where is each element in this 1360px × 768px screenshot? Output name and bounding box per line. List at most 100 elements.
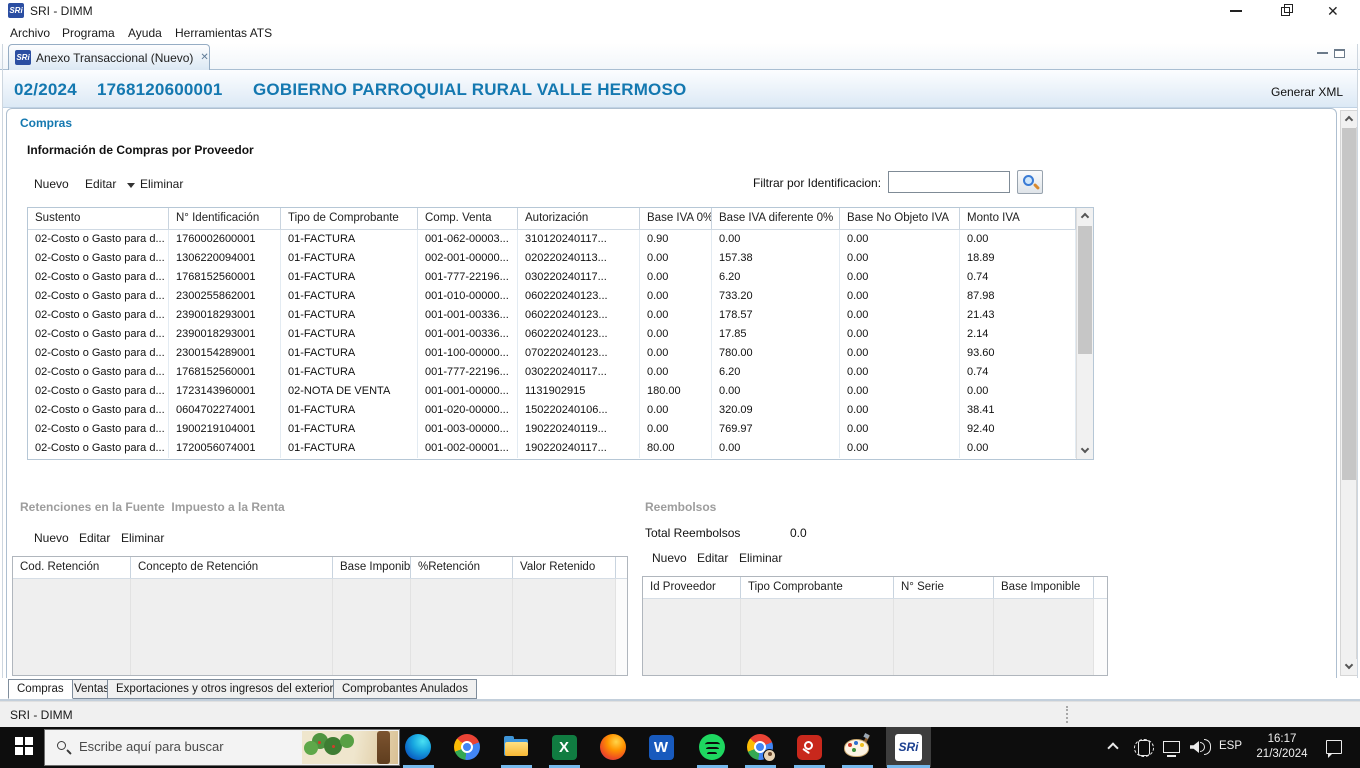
clock[interactable]: 16:17 21/3/2024 — [1247, 732, 1317, 762]
taskbar-chrome-profile[interactable] — [738, 728, 782, 766]
tab-close-icon[interactable]: ✕ — [200, 52, 208, 63]
start-button[interactable] — [8, 735, 42, 761]
taskbar-spotify[interactable] — [690, 728, 734, 766]
cell: 1768152560001 — [169, 363, 281, 382]
reembolsos-editar-button[interactable]: Editar — [697, 551, 728, 565]
taskbar-acrobat[interactable] — [787, 728, 831, 766]
col-valor-retenido[interactable]: Valor Retenido — [513, 557, 616, 578]
close-icon[interactable]: ✕ — [1327, 2, 1339, 20]
compras-editar-button[interactable]: Editar — [85, 177, 116, 191]
taskbar-firefox[interactable] — [591, 728, 635, 766]
table-row[interactable]: 02-Costo o Gasto para d... 2300255862001 0… — [28, 287, 1076, 306]
col-base-imponible[interactable]: Base Imponible — [333, 557, 411, 578]
col-monto-iva[interactable]: Monto IVA — [960, 208, 1076, 229]
table-row[interactable]: 02-Costo o Gasto para d... 1900219104001 0… — [28, 420, 1076, 439]
minimize-icon[interactable] — [1230, 10, 1242, 12]
cell: 769.97 — [712, 420, 840, 439]
tab-anexo-transaccional[interactable]: SRi Anexo Transaccional (Nuevo) ✕ — [8, 44, 210, 70]
action-center-icon[interactable] — [1326, 740, 1342, 758]
col-base-iva-0[interactable]: Base IVA 0% — [640, 208, 712, 229]
taskbar-paint[interactable] — [835, 728, 879, 766]
table-row[interactable]: 02-Costo o Gasto para d... 2300154289001 0… — [28, 344, 1076, 363]
col-base-iva-diferente[interactable]: Base IVA diferente 0% — [712, 208, 840, 229]
cell: 001-777-22196... — [418, 363, 518, 382]
tab-exportaciones[interactable]: Exportaciones y otros ingresos del exter… — [107, 679, 343, 699]
col-base-no-objeto[interactable]: Base No Objeto IVA — [840, 208, 960, 229]
tab-compras[interactable]: Compras — [8, 679, 73, 699]
menu-archivo[interactable]: Archivo — [6, 25, 54, 41]
page-scroll-thumb[interactable] — [1342, 128, 1356, 480]
page-scroll-up-icon[interactable] — [1341, 111, 1357, 127]
table-row[interactable]: 02-Costo o Gasto para d... 1760002600001 0… — [28, 230, 1076, 249]
view-minimize-icon[interactable] — [1317, 51, 1328, 54]
page-scroll-down-icon[interactable] — [1341, 659, 1357, 675]
col-base-imponible-reembolso[interactable]: Base Imponible — [994, 577, 1094, 598]
spotify-icon — [699, 734, 725, 760]
taskbar-file-explorer[interactable] — [494, 728, 538, 766]
reembolsos-eliminar-button[interactable]: Eliminar — [739, 551, 782, 565]
table-row[interactable]: 02-Costo o Gasto para d... 1723143960001 0… — [28, 382, 1076, 401]
cell: 0.00 — [840, 382, 960, 401]
retenciones-editar-button[interactable]: Editar — [79, 531, 110, 545]
compras-eliminar-button[interactable]: Eliminar — [140, 177, 183, 191]
retenciones-eliminar-button[interactable]: Eliminar — [121, 531, 164, 545]
filter-input[interactable] — [888, 171, 1010, 193]
period-label: 02/2024 — [14, 80, 77, 99]
col-id-proveedor[interactable]: Id Proveedor — [643, 577, 741, 598]
taskbar-edge[interactable] — [396, 728, 440, 766]
table-row[interactable]: 02-Costo o Gasto para d... 2390018293001 0… — [28, 325, 1076, 344]
menu-herramientas-ats[interactable]: Herramientas ATS — [171, 25, 276, 41]
running-indicator-excel — [549, 765, 580, 768]
table-row[interactable]: 02-Costo o Gasto para d... 1768152560001 0… — [28, 268, 1076, 287]
running-indicator-chrome-profile — [745, 765, 776, 768]
col-tipo-comprobante-reembolso[interactable]: Tipo Comprobante — [741, 577, 894, 598]
taskbar-word[interactable]: W — [639, 728, 683, 766]
table-row[interactable]: 02-Costo o Gasto para d... 1720056074001 0… — [28, 439, 1076, 458]
cell: 0.00 — [840, 268, 960, 287]
editar-dropdown-icon[interactable] — [127, 183, 135, 188]
network-ethernet-icon[interactable] — [1163, 741, 1180, 757]
cell: 0.00 — [640, 287, 712, 306]
table-row[interactable]: 02-Costo o Gasto para d... 2390018293001 0… — [28, 306, 1076, 325]
restore-icon[interactable] — [1281, 4, 1293, 16]
cell: 0.00 — [712, 439, 840, 458]
taskbar-chrome[interactable] — [445, 728, 489, 766]
generar-xml-button[interactable]: Generar XML — [1271, 85, 1343, 99]
cell: 0.00 — [840, 401, 960, 420]
compras-nuevo-button[interactable]: Nuevo — [34, 177, 69, 191]
filter-search-button[interactable] — [1017, 170, 1043, 194]
language-indicator[interactable]: ESP — [1219, 740, 1242, 752]
compras-table-scrollbar[interactable] — [1076, 208, 1093, 459]
cell: 01-FACTURA — [281, 439, 418, 458]
retenciones-nuevo-button[interactable]: Nuevo — [34, 531, 69, 545]
cell: 0.00 — [712, 382, 840, 401]
table-row[interactable]: 02-Costo o Gasto para d... 1768152560001 0… — [28, 363, 1076, 382]
menu-ayuda[interactable]: Ayuda — [124, 25, 166, 41]
taskbar-excel[interactable]: X — [542, 728, 586, 766]
tray-expand-icon[interactable] — [1107, 742, 1119, 754]
col-identificacion[interactable]: N° Identificación — [169, 208, 281, 229]
menu-programa[interactable]: Programa — [58, 25, 119, 41]
table-row[interactable]: 02-Costo o Gasto para d... 0604702274001 0… — [28, 401, 1076, 420]
page-scrollbar[interactable] — [1340, 110, 1357, 676]
col-autorizacion[interactable]: Autorización — [518, 208, 640, 229]
scroll-thumb[interactable] — [1078, 226, 1092, 354]
search-highlight-image[interactable] — [302, 731, 398, 764]
col-sustento[interactable]: Sustento — [28, 208, 169, 229]
scroll-down-icon[interactable] — [1077, 443, 1093, 459]
reembolsos-nuevo-button[interactable]: Nuevo — [652, 551, 687, 565]
tab-comprobantes-anulados[interactable]: Comprobantes Anulados — [333, 679, 477, 699]
taskbar-sri-dimm[interactable]: SRi — [886, 728, 931, 766]
col-cod-retencion[interactable]: Cod. Retención — [13, 557, 131, 578]
volume-icon[interactable] — [1190, 741, 1199, 753]
col-comp-venta[interactable]: Comp. Venta — [418, 208, 518, 229]
col-concepto-retencion[interactable]: Concepto de Retención — [131, 557, 333, 578]
col-pct-retencion[interactable]: %Retención — [411, 557, 513, 578]
col-tipo-comprobante[interactable]: Tipo de Comprobante — [281, 208, 418, 229]
col-num-serie[interactable]: N° Serie — [894, 577, 994, 598]
taskbar-search-input[interactable]: Escribe aquí para buscar — [44, 729, 400, 766]
scroll-up-icon[interactable] — [1077, 208, 1093, 224]
view-maximize-icon[interactable] — [1334, 49, 1345, 58]
table-row[interactable]: 02-Costo o Gasto para d... 1306220094001 0… — [28, 249, 1076, 268]
phone-link-icon[interactable] — [1134, 739, 1154, 757]
